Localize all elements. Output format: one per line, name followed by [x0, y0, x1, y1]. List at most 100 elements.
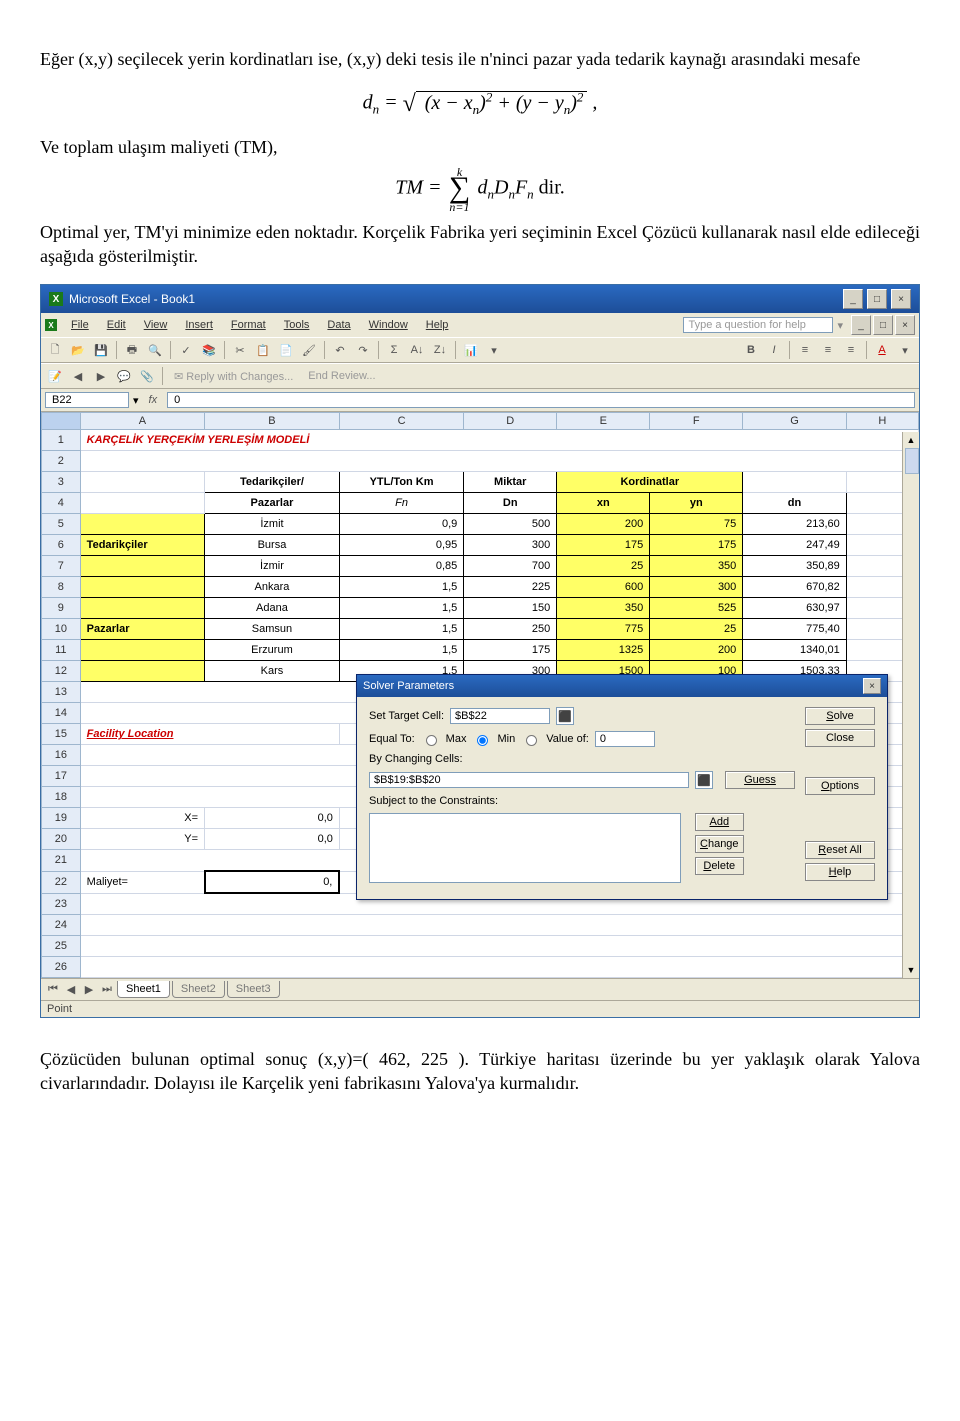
minimize-button[interactable]: _: [843, 289, 863, 309]
collapse-ref-icon-2[interactable]: ⬛: [695, 771, 713, 789]
menu-insert[interactable]: Insert: [177, 317, 221, 333]
bold-icon[interactable]: B: [741, 340, 761, 360]
col-header-c[interactable]: C: [339, 413, 463, 430]
help-dropdown-icon[interactable]: ▾: [837, 319, 843, 332]
col-header-d[interactable]: D: [464, 413, 557, 430]
row-header[interactable]: 25: [42, 936, 81, 957]
fx-icon[interactable]: fx: [143, 394, 164, 406]
maximize-button[interactable]: □: [867, 289, 887, 309]
sort-asc-icon[interactable]: A↓: [407, 340, 427, 360]
radio-value[interactable]: [526, 735, 537, 746]
next-comment-icon[interactable]: ▶: [91, 366, 111, 386]
end-review-button[interactable]: End Review...: [302, 370, 381, 382]
row-header[interactable]: 5: [42, 514, 81, 535]
row-header[interactable]: 9: [42, 598, 81, 619]
col-header-b[interactable]: B: [205, 413, 340, 430]
scroll-up-icon[interactable]: ▲: [903, 432, 919, 448]
delete-constraint-button[interactable]: Delete: [695, 857, 744, 875]
radio-min[interactable]: [477, 735, 488, 746]
row-header[interactable]: 15: [42, 724, 81, 745]
solver-close-icon[interactable]: ×: [863, 678, 881, 694]
tab-prev-icon[interactable]: ◀: [63, 982, 79, 998]
undo-icon[interactable]: ↶: [330, 340, 350, 360]
menu-view[interactable]: View: [136, 317, 176, 333]
mdi-restore[interactable]: □: [873, 315, 893, 335]
reply-changes-button[interactable]: ✉ Reply with Changes...: [168, 370, 299, 383]
menu-file[interactable]: File: [63, 317, 97, 333]
show-comment-icon[interactable]: 💬: [114, 366, 134, 386]
value-of-input[interactable]: [595, 731, 655, 747]
print-icon[interactable]: 🖶: [122, 340, 142, 360]
selected-cell-b22[interactable]: 0,: [205, 871, 340, 893]
col-header-f[interactable]: F: [650, 413, 743, 430]
new-comment-icon[interactable]: 📝: [45, 366, 65, 386]
row-header[interactable]: 18: [42, 787, 81, 808]
align-left-icon[interactable]: ≡: [795, 340, 815, 360]
row-header[interactable]: 12: [42, 661, 81, 682]
open-icon[interactable]: 📂: [68, 340, 88, 360]
toolbar-more-icon[interactable]: ▾: [895, 340, 915, 360]
sort-desc-icon[interactable]: Z↓: [430, 340, 450, 360]
col-header-g[interactable]: G: [743, 413, 846, 430]
menu-window[interactable]: Window: [361, 317, 416, 333]
solve-button[interactable]: Solve: [805, 707, 875, 725]
redo-icon[interactable]: ↷: [353, 340, 373, 360]
row-header[interactable]: 1: [42, 430, 81, 451]
font-color-icon[interactable]: A: [872, 340, 892, 360]
align-center-icon[interactable]: ≡: [818, 340, 838, 360]
options-button[interactable]: Options: [805, 777, 875, 795]
row-header[interactable]: 6: [42, 535, 81, 556]
tab-sheet3[interactable]: Sheet3: [227, 981, 280, 998]
row-header[interactable]: 19: [42, 808, 81, 829]
tab-first-icon[interactable]: ⏮: [45, 982, 61, 998]
menu-tools[interactable]: Tools: [276, 317, 318, 333]
col-header-h[interactable]: H: [846, 413, 918, 430]
tab-sheet1[interactable]: Sheet1: [117, 981, 170, 998]
row-header[interactable]: 17: [42, 766, 81, 787]
close-button[interactable]: ×: [891, 289, 911, 309]
track-icon[interactable]: 📎: [137, 366, 157, 386]
row-header[interactable]: 4: [42, 493, 81, 514]
row-header[interactable]: 24: [42, 915, 81, 936]
formula-input[interactable]: 0: [167, 392, 915, 408]
row-header[interactable]: 14: [42, 703, 81, 724]
reset-all-button[interactable]: Reset All: [805, 841, 875, 859]
help-search-input[interactable]: [683, 317, 833, 333]
tab-sheet2[interactable]: Sheet2: [172, 981, 225, 998]
tab-next-icon[interactable]: ▶: [81, 982, 97, 998]
scroll-thumb[interactable]: [905, 448, 919, 474]
col-header-a[interactable]: A: [80, 413, 204, 430]
preview-icon[interactable]: 🔍: [145, 340, 165, 360]
row-header[interactable]: 3: [42, 472, 81, 493]
paste-icon[interactable]: 📄: [276, 340, 296, 360]
menu-data[interactable]: Data: [319, 317, 358, 333]
row-header[interactable]: 16: [42, 745, 81, 766]
constraints-listbox[interactable]: [369, 813, 681, 883]
more-icon[interactable]: ▾: [484, 340, 504, 360]
cut-icon[interactable]: ✂: [230, 340, 250, 360]
spell-icon[interactable]: ✓: [176, 340, 196, 360]
select-all-cell[interactable]: [42, 413, 81, 430]
align-right-icon[interactable]: ≡: [841, 340, 861, 360]
col-header-e[interactable]: E: [557, 413, 650, 430]
row-header[interactable]: 11: [42, 640, 81, 661]
radio-max[interactable]: [426, 735, 437, 746]
mdi-close[interactable]: ×: [895, 315, 915, 335]
research-icon[interactable]: 📚: [199, 340, 219, 360]
vertical-scrollbar[interactable]: ▲ ▼: [902, 432, 919, 978]
row-header[interactable]: 8: [42, 577, 81, 598]
row-header[interactable]: 7: [42, 556, 81, 577]
add-constraint-button[interactable]: Add: [695, 813, 744, 831]
collapse-ref-icon[interactable]: ⬛: [556, 707, 574, 725]
row-header[interactable]: 13: [42, 682, 81, 703]
namebox-dropdown-icon[interactable]: ▾: [133, 394, 139, 407]
target-cell-input[interactable]: [450, 708, 550, 724]
format-painter-icon[interactable]: 🖌: [299, 340, 319, 360]
menu-help[interactable]: Help: [418, 317, 457, 333]
save-icon[interactable]: 💾: [91, 340, 111, 360]
row-header[interactable]: 20: [42, 829, 81, 850]
italic-icon[interactable]: I: [764, 340, 784, 360]
prev-comment-icon[interactable]: ◀: [68, 366, 88, 386]
changing-cells-input[interactable]: [369, 772, 689, 788]
tab-last-icon[interactable]: ⏭: [99, 982, 115, 998]
